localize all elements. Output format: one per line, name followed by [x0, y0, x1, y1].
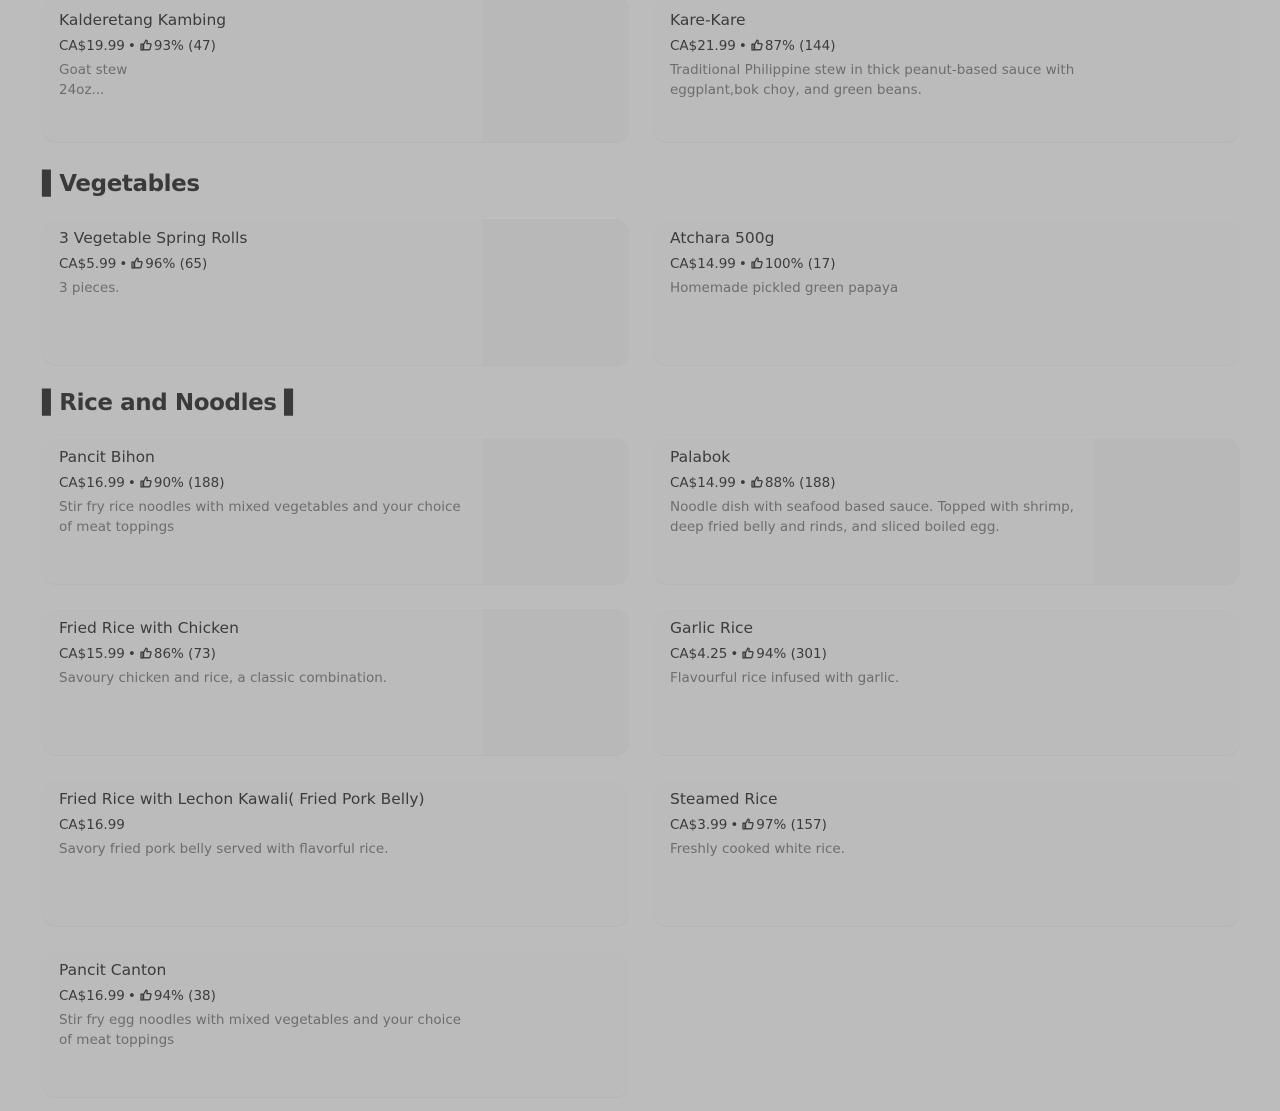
- menu-item-card[interactable]: Fried Rice with Chicken CA$15.99 • 86% (73…: [42, 609, 629, 755]
- menu-item-price: CA$15.99: [59, 646, 125, 662]
- menu-item-rating: 86% (73): [153, 646, 216, 662]
- menu-item-rating: 94% (301): [756, 646, 827, 662]
- menu-item-meta: CA$5.99 • 96% (65): [59, 256, 208, 272]
- thumbs-up-icon: [140, 39, 152, 51]
- menu-item-price: CA$14.99: [670, 256, 736, 272]
- menu-item-meta: CA$4.25 • 94% (301): [670, 646, 827, 662]
- thumbs-up-icon: [140, 476, 152, 488]
- menu-item-description: Flavourful rice infused with garlic.: [670, 670, 900, 686]
- menu-item-price: CA$19.99: [59, 38, 125, 54]
- thumbs-up-icon: [751, 476, 763, 488]
- menu-item-rating: 100% (17): [764, 256, 836, 272]
- menu-item-name: Fried Rice with Lechon Kawali( Fried Por…: [59, 790, 425, 808]
- menu-item-card[interactable]: Fried Rice with Lechon Kawali( Fried Por…: [42, 780, 629, 926]
- thumbs-up-icon: [751, 257, 763, 269]
- menu-page: Kalderetang Kambing CA$19.99 • 93% (47) Go…: [0, 0, 1280, 1111]
- thumbs-up-icon: [140, 989, 152, 1001]
- section-title-vegetables: ▌Vegetables: [42, 171, 200, 197]
- menu-item-card[interactable]: Kalderetang Kambing CA$19.99 • 93% (47) Go…: [42, 0, 629, 142]
- menu-item-price: CA$21.99: [670, 38, 736, 54]
- menu-item-name: Steamed Rice: [670, 790, 778, 808]
- menu-item-description: Stir fry rice noodles with mixed vegetab…: [59, 499, 461, 535]
- menu-item-name: Palabok: [670, 448, 731, 466]
- menu-item-price: CA$16.99: [59, 817, 125, 833]
- menu-item-description: Stir fry egg noodles with mixed vegetabl…: [59, 1012, 462, 1048]
- menu-item-meta: CA$15.99 • 86% (73): [59, 646, 216, 662]
- menu-item-card[interactable]: Garlic Rice CA$4.25 • 94% (301) Flavourful…: [653, 609, 1240, 755]
- menu-item-meta: CA$16.99: [59, 815, 469, 835]
- menu-item-name: Fried Rice with Chicken: [59, 619, 239, 637]
- menu-item-card[interactable]: Palabok CA$14.99 • 88% (188) Noodle dish w…: [653, 438, 1240, 584]
- menu-item-description: 3 pieces.: [59, 280, 120, 296]
- section-title-rice-and-noodles: ▌Rice and Noodles ▌: [42, 390, 302, 416]
- menu-item-rating: 94% (38): [153, 988, 216, 1004]
- thumbs-up-icon: [742, 818, 754, 830]
- menu-item-name: 3 Vegetable Spring Rolls: [59, 229, 248, 247]
- thumbs-up-icon: [742, 647, 754, 659]
- menu-item-description: Savoury chicken and rice, a classic comb…: [59, 670, 388, 686]
- thumbs-up-icon: [131, 257, 143, 269]
- menu-item-name: Pancit Canton: [59, 961, 167, 979]
- menu-item-rating: 93% (47): [153, 38, 216, 54]
- menu-item-description: Freshly cooked white rice.: [670, 841, 845, 857]
- menu-item-price: CA$3.99: [670, 817, 728, 833]
- menu-item-meta: CA$16.99 • 90% (188): [59, 475, 225, 491]
- menu-item-rating: 97% (157): [756, 817, 827, 833]
- menu-item-description: Homemade pickled green papaya: [670, 280, 899, 296]
- menu-item-meta: CA$19.99 • 93% (47): [59, 38, 216, 54]
- menu-item-rating: 96% (65): [145, 256, 208, 272]
- menu-item-meta: CA$14.99 • 88% (188): [670, 475, 836, 491]
- thumbs-up-icon: [751, 39, 763, 51]
- menu-item-description: Goat stew 24oz...: [59, 62, 128, 98]
- menu-item-description: Savory fried pork belly served with flav…: [59, 841, 389, 857]
- menu-item-rating: 87% (144): [764, 38, 836, 54]
- menu-item-card[interactable]: Atchara 500g CA$14.99 • 100% (17) Homemade…: [653, 219, 1240, 365]
- menu-item-meta: CA$3.99 • 97% (157): [670, 817, 827, 833]
- menu-item-description: Noodle dish with seafood based sauce. To…: [670, 499, 1074, 535]
- menu-item-name: Kalderetang Kambing: [59, 11, 227, 29]
- menu-item-name: Atchara 500g: [670, 229, 775, 247]
- menu-item-name: Kare-Kare: [670, 11, 746, 29]
- menu-item-card[interactable]: Pancit Bihon CA$16.99 • 90% (188) Stir fry…: [42, 438, 629, 584]
- menu-item-meta: CA$21.99 • 87% (144): [670, 38, 836, 54]
- menu-item-card[interactable]: 3 Vegetable Spring Rolls CA$5.99 • 96% (65…: [42, 219, 629, 365]
- menu-item-meta: CA$16.99 • 94% (38): [59, 988, 216, 1004]
- menu-item-rating: 88% (188): [764, 475, 836, 491]
- menu-item-price: CA$5.99: [59, 256, 117, 272]
- thumbs-up-icon: [140, 647, 152, 659]
- menu-item-meta: CA$14.99 • 100% (17): [670, 256, 836, 272]
- menu-item-name: Pancit Bihon: [59, 448, 155, 466]
- menu-item-card[interactable]: Pancit Canton CA$16.99 • 94% (38) Stir fry…: [42, 951, 629, 1097]
- menu-item-description: Traditional Philippine stew in thick pea…: [670, 62, 1075, 98]
- menu-item-price: CA$4.25: [670, 646, 728, 662]
- menu-item-price: CA$16.99: [59, 475, 125, 491]
- menu-item-name: Garlic Rice: [670, 619, 754, 637]
- menu-item-price: CA$14.99: [670, 475, 736, 491]
- menu-item-rating: 90% (188): [153, 475, 225, 491]
- menu-item-card[interactable]: Kare-Kare CA$21.99 • 87% (144) Traditional…: [653, 0, 1240, 142]
- menu-item-card[interactable]: Steamed Rice CA$3.99 • 97% (157) Freshly c…: [653, 780, 1240, 926]
- menu-item-price: CA$16.99: [59, 988, 125, 1004]
